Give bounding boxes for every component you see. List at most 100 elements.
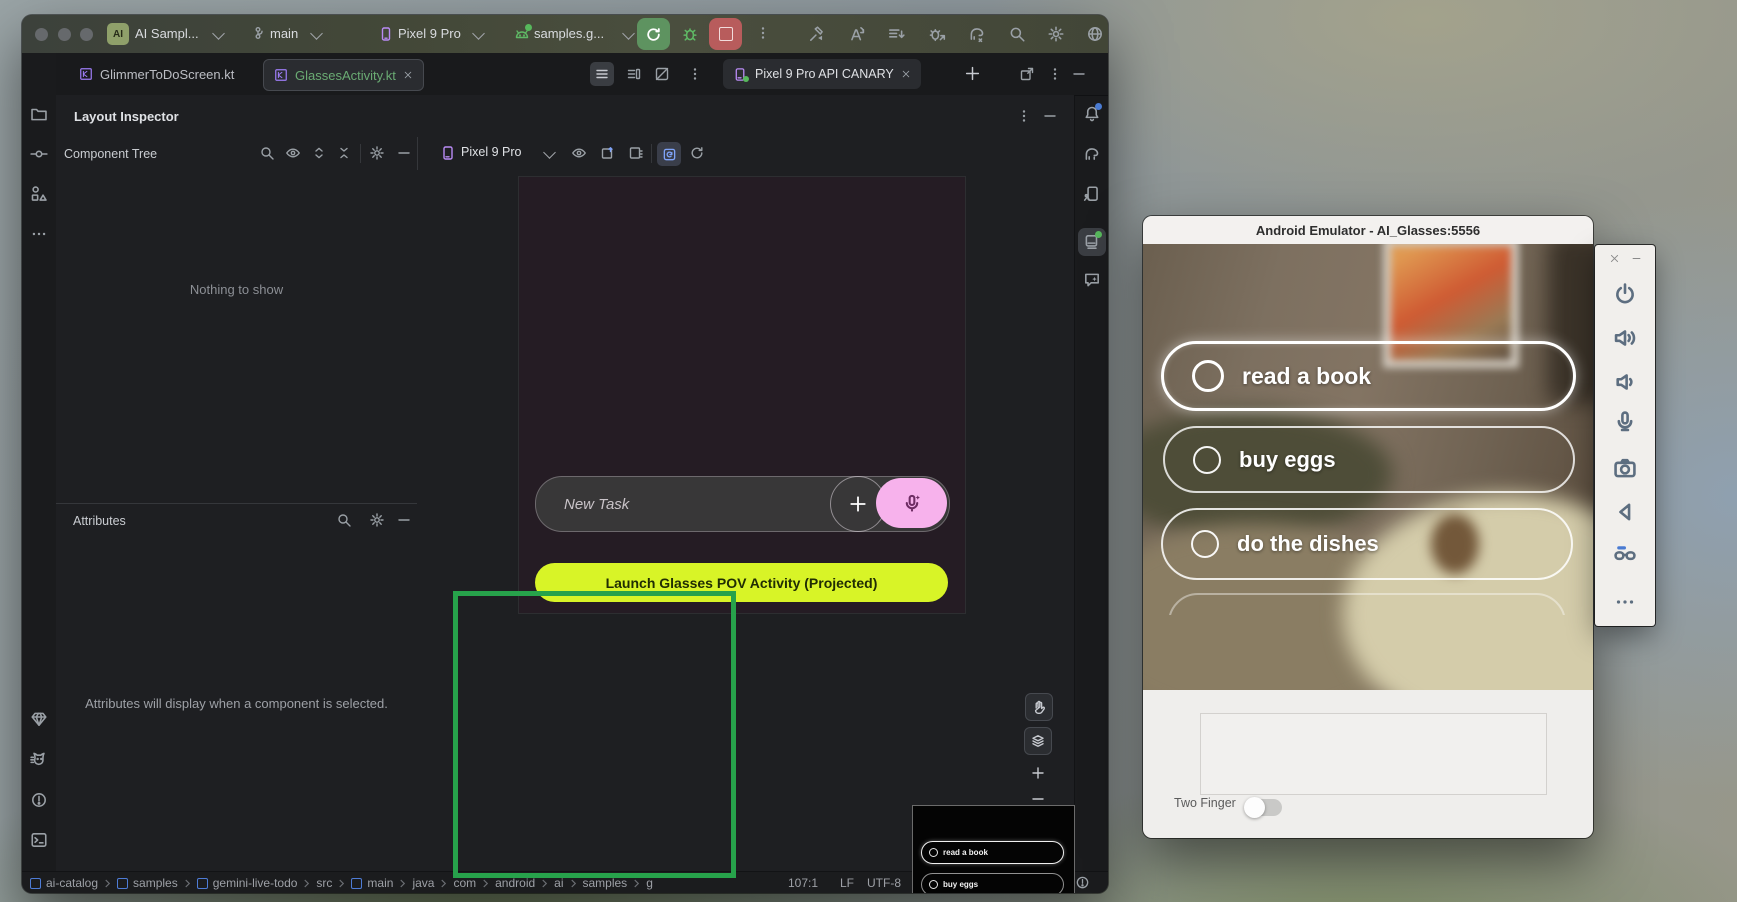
breadcrumb-item[interactable]: src <box>316 876 332 890</box>
notifications-bell-icon[interactable] <box>1083 105 1101 123</box>
split-view-icon[interactable] <box>626 66 642 82</box>
open-in-window-icon[interactable] <box>1019 66 1035 82</box>
radio-circle-icon[interactable] <box>1192 360 1224 392</box>
todo-item[interactable]: do the dishes <box>1161 508 1573 580</box>
tab-glimmertodoscreen[interactable]: GlimmerToDoScreen.kt <box>69 59 244 89</box>
stop-button[interactable] <box>709 18 742 50</box>
gradle-sync-icon[interactable] <box>968 25 986 43</box>
editor-view-mode-button[interactable] <box>590 62 614 86</box>
encoding[interactable]: UTF-8 <box>867 876 901 890</box>
glasses-mini-preview[interactable]: read a book buy eggs do the dishes <box>912 805 1075 893</box>
power-icon[interactable] <box>1612 281 1638 307</box>
breadcrumb-item[interactable]: ai-catalog <box>30 876 98 890</box>
two-finger-toggle[interactable] <box>1246 799 1282 816</box>
rotation-3d-button[interactable] <box>1024 727 1052 755</box>
window-close-button[interactable] <box>35 28 48 41</box>
todo-item-focused[interactable]: read a book <box>1161 341 1576 411</box>
touchpad-area[interactable] <box>1200 713 1547 795</box>
more-vertical-icon[interactable] <box>1016 108 1032 124</box>
gem-assistant-icon[interactable] <box>30 710 48 728</box>
breadcrumb-item[interactable]: g <box>646 876 653 890</box>
more-tool-windows-icon[interactable] <box>30 225 48 243</box>
volume-down-icon[interactable] <box>1612 369 1638 395</box>
camera-icon[interactable] <box>1612 455 1638 481</box>
chevron-down-icon[interactable] <box>472 27 485 40</box>
layout-inspector-tab-active[interactable] <box>1078 228 1106 256</box>
gradle-elephant-icon[interactable] <box>1083 145 1101 163</box>
profiler-hammer-icon[interactable] <box>808 25 826 43</box>
gear-icon[interactable] <box>369 145 385 161</box>
window-minimize-button[interactable] <box>58 28 71 41</box>
search-icon[interactable] <box>336 512 352 528</box>
minimize-panel-icon[interactable] <box>1042 108 1058 124</box>
expand-all-icon[interactable] <box>311 145 327 161</box>
close-icon[interactable] <box>901 69 911 79</box>
commit-icon[interactable] <box>30 145 48 163</box>
radio-circle-icon[interactable] <box>1193 446 1221 474</box>
project-folder-icon[interactable] <box>30 105 48 123</box>
eye-filter-icon[interactable] <box>285 145 301 161</box>
apply-changes-icon[interactable] <box>848 25 866 43</box>
branch-selector[interactable]: main <box>270 26 298 41</box>
running-devices-icon[interactable] <box>1083 185 1101 203</box>
chevron-down-icon[interactable] <box>212 27 225 40</box>
debug-bug-icon[interactable] <box>681 25 699 43</box>
glasses-pov-view[interactable]: read a book buy eggs do the dishes <box>1143 244 1593 690</box>
hide-panel-icon[interactable] <box>396 512 412 528</box>
device-selector[interactable]: Pixel 9 Pro <box>398 26 461 41</box>
running-device-tab[interactable]: Pixel 9 Pro API CANARY <box>723 59 921 89</box>
terminal-icon[interactable] <box>30 831 48 849</box>
radio-circle-icon[interactable] <box>1191 530 1219 558</box>
preview-off-icon[interactable] <box>654 66 670 82</box>
rerun-button[interactable] <box>637 18 670 50</box>
chevron-down-icon[interactable] <box>543 146 556 159</box>
apply-code-changes-icon[interactable] <box>887 25 905 43</box>
hide-panel-icon[interactable] <box>1071 66 1087 82</box>
more-vertical-icon[interactable] <box>687 66 703 82</box>
breadcrumb-item[interactable]: gemini-live-todo <box>197 876 298 890</box>
breadcrumb-item[interactable]: samples <box>117 876 178 890</box>
glasses-icon[interactable] <box>1612 541 1638 567</box>
refresh-icon[interactable] <box>689 145 705 161</box>
minimize-icon[interactable] <box>1631 253 1642 264</box>
emulator-titlebar[interactable]: Android Emulator - AI_Glasses:5556 <box>1143 216 1593 245</box>
breadcrumb-item[interactable]: java <box>412 876 434 890</box>
gear-icon[interactable] <box>1047 25 1065 43</box>
device-pane-device-name[interactable]: Pixel 9 Pro <box>461 145 521 159</box>
live-updates-toggle[interactable] <box>657 142 681 166</box>
logcat-icon[interactable] <box>30 750 48 768</box>
project-selector[interactable]: AI Sampl... <box>135 26 199 41</box>
voice-input-button[interactable] <box>876 478 947 528</box>
more-vertical-icon[interactable] <box>755 25 771 41</box>
gear-icon[interactable] <box>369 512 385 528</box>
back-icon[interactable] <box>1612 499 1638 525</box>
eye-view-options-icon[interactable] <box>571 145 587 161</box>
chevron-down-icon[interactable] <box>310 27 323 40</box>
hide-panel-icon[interactable] <box>396 145 412 161</box>
globe-profile-icon[interactable] <box>1086 25 1104 43</box>
breadcrumb-item[interactable]: com <box>453 876 476 890</box>
close-icon[interactable] <box>403 70 413 80</box>
breadcrumb-item[interactable]: ai <box>554 876 563 890</box>
chevron-down-icon[interactable] <box>622 27 635 40</box>
export-snapshot-icon[interactable] <box>600 145 616 161</box>
tab-glassesactivity[interactable]: GlassesActivity.kt <box>263 59 424 91</box>
window-zoom-button[interactable] <box>80 28 93 41</box>
attach-debugger-icon[interactable] <box>928 25 946 43</box>
volume-up-icon[interactable] <box>1612 325 1638 351</box>
structure-icon[interactable] <box>30 185 48 203</box>
more-dots-icon[interactable] <box>1612 589 1638 615</box>
zoom-in-icon[interactable] <box>1030 765 1046 781</box>
snapshot-list-icon[interactable] <box>628 145 644 161</box>
search-icon[interactable] <box>259 145 275 161</box>
more-vertical-icon[interactable] <box>1047 66 1063 82</box>
breadcrumb-item[interactable]: main <box>351 876 393 890</box>
breadcrumb-item[interactable]: android <box>495 876 535 890</box>
problems-indicator-icon[interactable] <box>1075 875 1090 890</box>
line-ending[interactable]: LF <box>840 876 854 890</box>
todo-item[interactable]: buy eggs <box>1163 426 1575 493</box>
microphone-icon[interactable] <box>1612 409 1638 435</box>
close-icon[interactable] <box>1609 253 1620 264</box>
caret-position[interactable]: 107:1 <box>788 876 818 890</box>
problems-icon[interactable] <box>30 791 48 809</box>
